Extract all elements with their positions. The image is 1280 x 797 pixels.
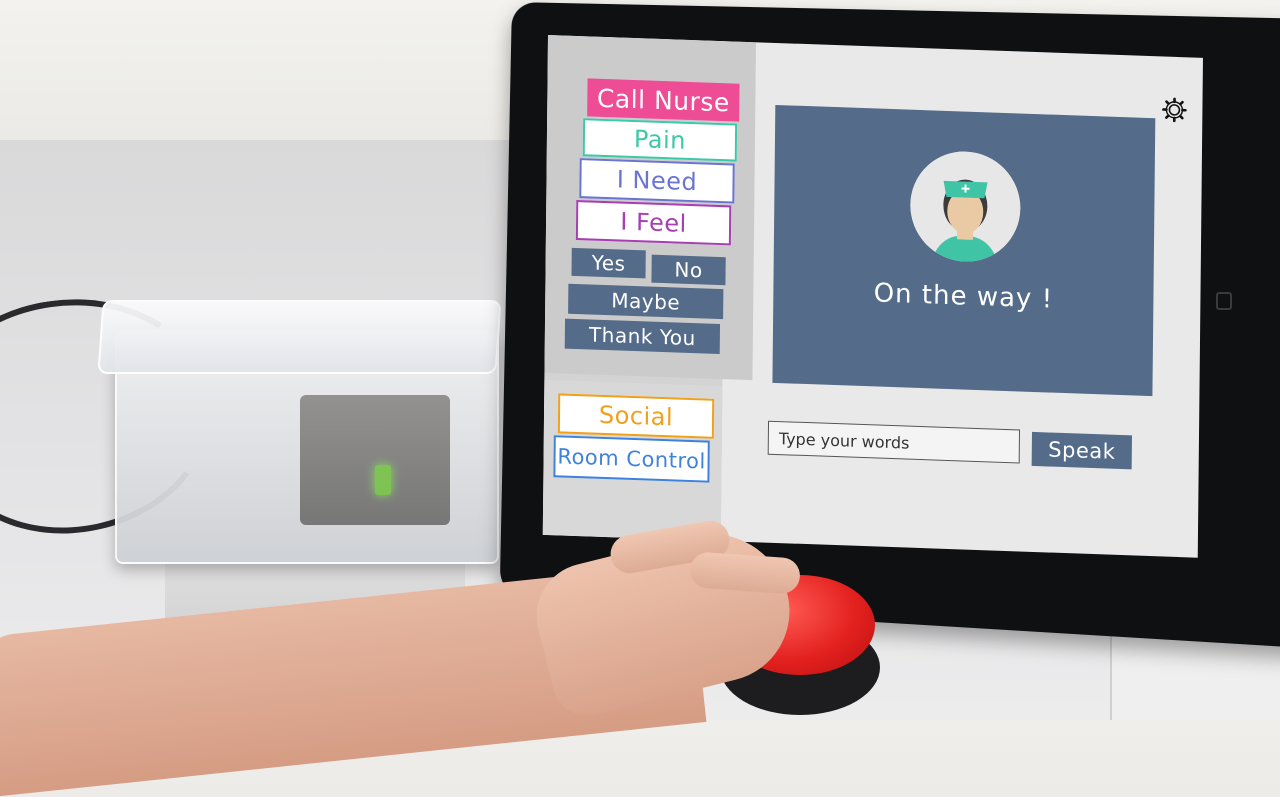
i-need-button[interactable]: I Need	[579, 158, 734, 203]
device-led	[375, 465, 391, 495]
yes-button[interactable]: Yes	[571, 248, 645, 279]
type-words-input[interactable]	[768, 421, 1020, 464]
thank-you-button[interactable]: Thank You	[565, 319, 720, 354]
device-lid	[97, 300, 501, 374]
no-button[interactable]: No	[651, 255, 725, 286]
nurse-avatar-icon	[910, 150, 1021, 264]
status-card: On the way !	[772, 105, 1155, 396]
i-feel-button[interactable]: I Feel	[576, 200, 731, 245]
tablet-home-button	[1216, 292, 1232, 310]
speak-button[interactable]: Speak	[1032, 432, 1132, 469]
app-screen: Call Nurse Pain I Need I Feel Yes No May…	[543, 35, 1203, 558]
gear-icon[interactable]	[1161, 96, 1187, 123]
pain-button[interactable]: Pain	[583, 118, 737, 161]
room-control-button[interactable]: Room Control	[553, 435, 709, 482]
device-circuit	[300, 395, 450, 525]
call-nurse-button[interactable]: Call Nurse	[587, 78, 739, 121]
maybe-button[interactable]: Maybe	[568, 284, 723, 319]
status-text: On the way !	[773, 275, 1153, 318]
social-button[interactable]: Social	[558, 393, 714, 438]
user-finger	[689, 551, 801, 595]
